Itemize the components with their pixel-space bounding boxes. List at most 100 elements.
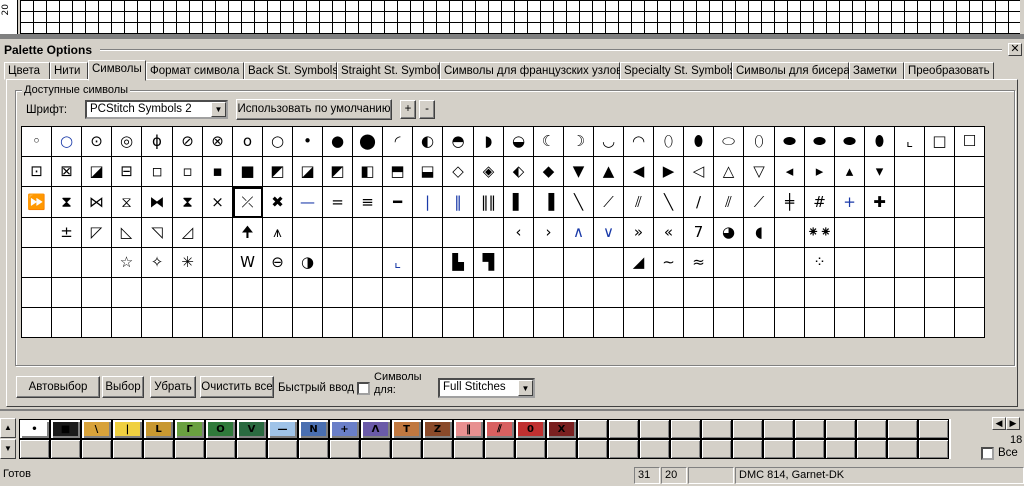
symbol-cell[interactable]: [624, 278, 654, 308]
symbol-cell[interactable]: ⊗: [203, 127, 233, 157]
symbol-cell[interactable]: ‹: [504, 218, 534, 248]
palette-color-swatch[interactable]: O: [205, 419, 236, 439]
symbol-cell[interactable]: [714, 278, 744, 308]
symbol-cell[interactable]: ∕: [684, 187, 714, 218]
palette-empty-slot[interactable]: [205, 439, 236, 459]
symbol-cell[interactable]: [594, 308, 624, 338]
symbol-cell[interactable]: ◆: [534, 157, 564, 187]
symbol-cell[interactable]: •: [293, 127, 323, 157]
symbol-cell[interactable]: [925, 308, 955, 338]
symbol-cell[interactable]: [112, 278, 142, 308]
symbol-cell[interactable]: ⟋: [744, 187, 775, 218]
palette-empty-slot[interactable]: [763, 419, 794, 439]
palette-color-swatch[interactable]: V: [236, 419, 267, 439]
symbol-cell[interactable]: [564, 248, 594, 278]
symbol-cell[interactable]: ☾: [534, 127, 564, 157]
symbol-cell[interactable]: ●: [323, 127, 353, 157]
symbol-cell[interactable]: ⬖: [504, 157, 534, 187]
symbol-cell[interactable]: [52, 308, 82, 338]
symbol-cell[interactable]: [22, 308, 52, 338]
symbol-cell[interactable]: [112, 308, 142, 338]
symbol-cell[interactable]: ⧓: [142, 187, 173, 218]
palette-empty-slot[interactable]: [887, 439, 918, 459]
tab-3[interactable]: Формат символа: [146, 62, 244, 80]
tab-7[interactable]: Specialty St. Symbols: [620, 62, 735, 80]
palette-color-swatch[interactable]: T: [391, 419, 422, 439]
symbol-cell[interactable]: ▶: [654, 157, 684, 187]
symbol-cell[interactable]: ◡: [594, 127, 624, 157]
use-default-button[interactable]: Использовать по умолчанию: [236, 99, 392, 120]
symbol-cell[interactable]: [955, 308, 985, 338]
symbol-cell[interactable]: [744, 248, 775, 278]
symbol-cell[interactable]: [835, 278, 865, 308]
tab-4[interactable]: Back St. Symbols: [244, 62, 338, 80]
symbol-cell[interactable]: ⩚: [263, 218, 293, 248]
symbol-cell[interactable]: ◽: [142, 157, 173, 187]
palette-empty-slot[interactable]: [143, 439, 174, 459]
symbol-cell[interactable]: [413, 218, 443, 248]
palette-empty-slot[interactable]: [484, 439, 515, 459]
symbol-cell[interactable]: |: [413, 187, 443, 218]
chevron-down-icon[interactable]: ▼: [211, 102, 226, 117]
symbol-cell[interactable]: ○: [52, 127, 82, 157]
symbol-cell[interactable]: [474, 308, 504, 338]
symbol-cell[interactable]: [654, 278, 684, 308]
symbol-cell[interactable]: [775, 218, 805, 248]
chevron-down-icon[interactable]: ▼: [518, 380, 533, 396]
symbol-cell[interactable]: ◈: [474, 157, 504, 187]
symbol-cell[interactable]: W: [233, 248, 263, 278]
symbol-cell[interactable]: [534, 308, 564, 338]
symbol-cell[interactable]: ⬬: [775, 127, 805, 157]
symbol-cell[interactable]: ╲: [564, 187, 594, 218]
palette-color-swatch[interactable]: X: [546, 419, 577, 439]
symbol-cell[interactable]: ▲: [594, 157, 624, 187]
symbol-cell[interactable]: [895, 157, 925, 187]
symbol-cell[interactable]: [534, 248, 564, 278]
remove-button[interactable]: Убрать: [150, 376, 196, 398]
symbol-cell[interactable]: [955, 157, 985, 187]
symbol-cell[interactable]: ⊘: [173, 127, 203, 157]
symbol-cell[interactable]: [353, 308, 383, 338]
symbol-cell[interactable]: ▪: [203, 157, 233, 187]
palette-empty-slot[interactable]: [701, 439, 732, 459]
symbol-cell[interactable]: [293, 218, 323, 248]
symbol-cell[interactable]: o: [233, 127, 263, 157]
palette-empty-slot[interactable]: [670, 419, 701, 439]
symbol-cell[interactable]: [82, 308, 112, 338]
palette-empty-slot[interactable]: [453, 439, 484, 459]
symbol-cell[interactable]: [52, 278, 82, 308]
symbol-cell[interactable]: ○: [263, 127, 293, 157]
palette-color-swatch[interactable]: Z: [422, 419, 453, 439]
symbol-cell[interactable]: ›: [534, 218, 564, 248]
symbol-cell[interactable]: [865, 218, 895, 248]
symbol-cell[interactable]: ▸: [805, 157, 835, 187]
symbol-cell[interactable]: [564, 308, 594, 338]
palette-empty-slot[interactable]: [515, 439, 546, 459]
symbol-cell[interactable]: ⋈: [82, 187, 112, 218]
symbol-cell[interactable]: [293, 278, 323, 308]
palette-empty-slot[interactable]: [608, 419, 639, 439]
symbol-cell[interactable]: #: [805, 187, 835, 218]
symbol-cell[interactable]: ⬯: [744, 127, 775, 157]
palette-color-swatch[interactable]: —: [267, 419, 298, 439]
symbol-cell[interactable]: ◓: [443, 127, 474, 157]
symbol-cell[interactable]: ◹: [142, 218, 173, 248]
symbol-cell[interactable]: [865, 308, 895, 338]
symbol-cell[interactable]: 7: [684, 218, 714, 248]
symbol-cell[interactable]: [323, 218, 353, 248]
symbol-cell[interactable]: [865, 248, 895, 278]
symbol-cell[interactable]: ⊡: [22, 157, 52, 187]
symbol-cell[interactable]: [865, 278, 895, 308]
symbol-cell[interactable]: ◎: [112, 127, 142, 157]
symbol-cell[interactable]: ◧: [353, 157, 383, 187]
symbol-cell[interactable]: ◿: [173, 218, 203, 248]
symbol-cell[interactable]: [203, 218, 233, 248]
symbol-cell[interactable]: □: [925, 127, 955, 157]
palette-empty-slot[interactable]: [329, 439, 360, 459]
scroll-down-icon[interactable]: ▼: [0, 439, 16, 459]
symbol-cell[interactable]: ⧗: [52, 187, 82, 218]
palette-empty-slot[interactable]: [825, 419, 856, 439]
horizontal-scrollbar[interactable]: [0, 34, 1024, 39]
palette-empty-slot[interactable]: [856, 419, 887, 439]
symbol-cell[interactable]: ━: [383, 187, 413, 218]
